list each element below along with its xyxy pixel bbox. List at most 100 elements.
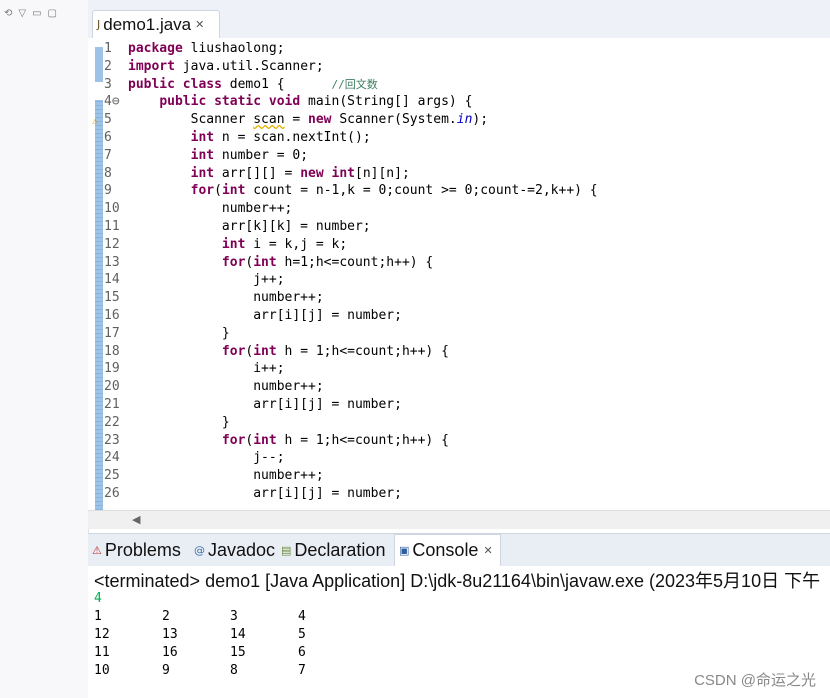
code-line[interactable]: 14 j++; — [88, 271, 830, 289]
code-line[interactable]: 7 int number = 0; — [88, 147, 830, 165]
code-line[interactable]: 22 } — [88, 414, 830, 432]
console-cell: 6 — [298, 645, 306, 660]
maximize-icon[interactable]: ▢ — [48, 8, 57, 19]
code-editor[interactable]: 1 package liushaolong; 2 import java.util.S… — [88, 38, 830, 510]
code-line[interactable]: 15 number++; — [88, 289, 830, 307]
editor-tab-demo1[interactable]: J demo1.java ✕ — [92, 10, 220, 38]
code-line[interactable]: 24 j--; — [88, 449, 830, 467]
minimize-icon[interactable]: ▭ — [32, 8, 41, 19]
code-line[interactable]: 10 number++; — [88, 200, 830, 218]
pane-toolbar: ⟲ ▽ ▭ ▢ — [4, 8, 57, 19]
code-text: number++; — [128, 290, 324, 306]
tab-console[interactable]: ▣ Console ✕ — [394, 534, 501, 566]
console-view[interactable]: <terminated> demo1 [Java Application] D:… — [88, 566, 830, 698]
code-line[interactable]: 26 arr[i][j] = number; — [88, 485, 830, 503]
console-row: 1 2 3 4 — [94, 608, 366, 626]
console-row: 10 9 8 7 — [94, 662, 366, 680]
code-line[interactable]: 19 i++; — [88, 360, 830, 378]
tab-label: Console — [412, 540, 479, 560]
code-text: number++; — [128, 379, 324, 395]
code-line[interactable]: 5 Scanner scan = new Scanner(System.in);… — [88, 111, 830, 129]
tab-declaration[interactable]: ▤ Declaration — [281, 534, 385, 566]
scroll-left-icon[interactable]: ◀ — [132, 513, 140, 526]
code-text: arr[k][k] = number; — [128, 218, 371, 234]
line-number: 4⊖ — [104, 94, 120, 110]
code-text: arr[i][j] = number; — [128, 396, 402, 412]
code-text: public class demo1 { //回文数 — [128, 76, 378, 92]
view-menu-icon[interactable]: ▽ — [18, 8, 26, 19]
code-line[interactable]: 11 arr[k][k] = number; — [88, 218, 830, 236]
console-cell: 3 — [230, 609, 238, 624]
line-number: 8 — [104, 165, 112, 181]
line-number: 14 — [104, 272, 120, 288]
line-number: 12 — [104, 236, 120, 252]
line-number: 10 — [104, 201, 120, 217]
code-line[interactable]: 8 int arr[][] = new int[n][n]; — [88, 165, 830, 183]
console-cell: 8 — [230, 663, 238, 678]
tab-label: Javadoc — [208, 539, 276, 560]
line-number: 9 — [104, 183, 112, 199]
java-file-icon: J — [97, 18, 101, 31]
console-cell: 11 — [94, 645, 110, 660]
code-line[interactable]: 3 public class demo1 { //回文数 — [88, 76, 830, 94]
code-text: for(int h = 1;h<=count;h++) { — [221, 343, 449, 359]
line-number: 26 — [104, 485, 120, 501]
code-text: for(int h=1;h<=count;h++) { — [221, 254, 434, 270]
code-line[interactable]: 25 number++; — [88, 467, 830, 485]
code-text: } — [128, 325, 230, 341]
code-line[interactable]: 13 for(int h=1;h<=count;h++) { — [88, 254, 830, 272]
javadoc-icon: @ — [194, 543, 205, 557]
focus-icon[interactable]: ⟲ — [4, 8, 12, 19]
code-text: arr[i][j] = number; — [128, 485, 402, 501]
code-line[interactable]: 6 int n = scan.nextInt(); — [88, 129, 830, 147]
code-line[interactable]: 1 package liushaolong; — [88, 40, 830, 58]
close-icon[interactable]: ✕ — [195, 18, 204, 31]
console-row: 12 13 14 5 — [94, 626, 366, 644]
horizontal-scrollbar[interactable]: ◀ — [88, 510, 830, 529]
line-number: 1 — [104, 41, 112, 56]
console-cell: 14 — [230, 627, 246, 642]
code-line[interactable]: 20 number++; — [88, 378, 830, 396]
code-text: int n = scan.nextInt(); — [190, 129, 371, 145]
line-number: 21 — [104, 396, 120, 412]
tab-javadoc[interactable]: @ Javadoc — [194, 534, 275, 566]
code-line[interactable]: 16 arr[i][j] = number; — [88, 307, 830, 325]
code-line[interactable]: 23 for(int h = 1;h<=count;h++) { — [88, 432, 830, 450]
code-text: int arr[][] = new int[n][n]; — [190, 165, 410, 181]
close-icon[interactable]: ✕ — [483, 544, 492, 557]
package-explorer-pane: ⟲ ▽ ▭ ▢ — [0, 0, 89, 698]
code-line[interactable]: 18 for(int h = 1;h<=count;h++) { — [88, 343, 830, 361]
code-text: import java.util.Scanner; — [128, 58, 324, 74]
line-number: 3 — [104, 76, 112, 92]
line-number: 6 — [104, 129, 112, 145]
line-number: 19 — [104, 361, 120, 377]
console-cell: 15 — [230, 645, 246, 660]
code-line[interactable]: 2 import java.util.Scanner; — [88, 58, 830, 76]
line-number: 24 — [104, 450, 120, 466]
code-line[interactable]: 9 for(int count = n-1,k = 0;count >= 0;c… — [88, 182, 830, 200]
tab-problems[interactable]: ⚠ Problems — [92, 534, 181, 566]
console-icon: ▣ — [399, 544, 410, 557]
console-cell: 9 — [162, 663, 170, 678]
code-text: for(int count = n-1,k = 0;count >= 0;cou… — [190, 183, 598, 199]
code-line[interactable]: 12 int i = k,j = k; — [88, 236, 830, 254]
code-line[interactable]: 17 } — [88, 325, 830, 343]
code-line[interactable]: 4⊖ public static void main(String[] args… — [88, 93, 830, 111]
console-cell: 10 — [94, 663, 110, 678]
code-text: int i = k,j = k; — [221, 236, 348, 252]
console-cell: 1 — [94, 609, 102, 624]
line-number: 2 — [104, 58, 112, 74]
tab-label: Declaration — [294, 539, 386, 560]
problems-icon: ⚠ — [92, 543, 102, 557]
line-number: 13 — [104, 254, 120, 270]
line-number: 16 — [104, 307, 120, 323]
code-line[interactable]: 21 arr[i][j] = number; — [88, 396, 830, 414]
line-number: 20 — [104, 379, 120, 395]
console-input: 4 — [94, 591, 102, 606]
code-text: number++; — [128, 201, 293, 217]
console-cell: 2 — [162, 609, 170, 624]
line-number: 23 — [104, 432, 120, 448]
code-lines: 1 package liushaolong; 2 import java.util.S… — [88, 40, 830, 503]
code-text: int number = 0; — [190, 147, 309, 163]
line-number: 15 — [104, 290, 120, 306]
